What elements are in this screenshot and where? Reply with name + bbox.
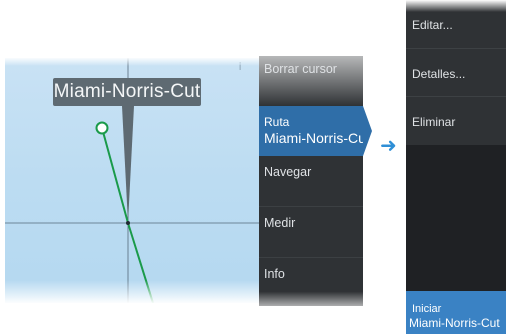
submenu-item-sublabel: Miami-Norris-Cut <box>409 316 500 330</box>
menu-item-label: Ruta <box>264 115 290 129</box>
menu-item-clear-cursor[interactable]: Borrar cursor <box>259 56 363 106</box>
panel-fade <box>406 0 506 12</box>
info-mark: i <box>239 62 242 73</box>
submenu-empty-area <box>406 145 506 291</box>
route-name-label: Miami-Norris-Cut <box>53 78 201 106</box>
submenu-item-start[interactable]: Iniciar Miami-Norris-Cut <box>406 291 506 334</box>
context-menu: Borrar cursor Ruta Miami-Norris-Cut Nave… <box>259 56 372 306</box>
menu-item-measure[interactable]: Medir <box>259 207 363 257</box>
waypoint-icon <box>95 121 109 135</box>
chart-screen: i Miami-Norris-Cut Borrar cursor Ruta Mi… <box>0 0 372 334</box>
menu-item-label: Navegar <box>264 165 312 179</box>
submenu-item-delete[interactable]: Eliminar <box>406 97 506 145</box>
submenu-item-label: Detalles... <box>412 67 466 81</box>
submenu-item-label: Editar... <box>412 18 453 32</box>
arrow-right-icon: ➜ <box>380 135 397 157</box>
menu-item-label: Borrar cursor <box>264 62 337 76</box>
submenu-item-label: Iniciar <box>412 303 442 315</box>
cursor-center-icon <box>126 221 130 225</box>
menu-item-navigate[interactable]: Navegar <box>259 156 363 206</box>
menu-item-label: Info <box>264 267 285 281</box>
selected-pointer-icon <box>363 106 372 156</box>
menu-item-info[interactable]: Info <box>259 258 363 306</box>
menu-item-sublabel: Miami-Norris-Cut <box>264 130 370 146</box>
submenu-panel: Editar... Detalles... Eliminar Iniciar M… <box>406 0 506 334</box>
submenu-item-label: Eliminar <box>412 115 456 129</box>
menu-item-route[interactable]: Ruta Miami-Norris-Cut <box>259 106 370 156</box>
submenu-item-details[interactable]: Detalles... <box>406 49 506 97</box>
chart-fade <box>5 280 259 304</box>
menu-item-label: Medir <box>264 216 296 230</box>
